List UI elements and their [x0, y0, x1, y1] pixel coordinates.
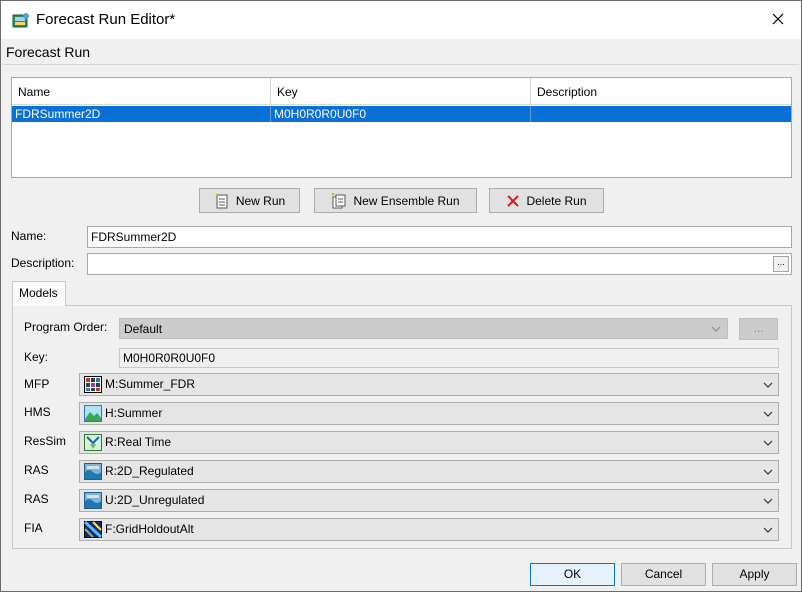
- model-label-fia: FIA: [24, 521, 43, 535]
- model-select-hms[interactable]: H:Summer: [79, 402, 779, 425]
- model-value-hms: H:Summer: [105, 406, 163, 420]
- title-bar: Forecast Run Editor*: [1, 1, 801, 39]
- cell-description: [531, 106, 791, 122]
- program-order-value: Default: [124, 322, 163, 336]
- section-title: Forecast Run: [6, 44, 91, 60]
- ras-river-icon: [84, 463, 102, 480]
- delete-run-button[interactable]: Delete Run: [489, 188, 604, 213]
- chevron-down-icon: [763, 527, 773, 533]
- model-value-ras-unregulated: U:2D_Unregulated: [105, 493, 205, 507]
- column-header-description[interactable]: Description: [531, 78, 791, 105]
- chevron-down-icon: [711, 326, 721, 332]
- description-input[interactable]: [87, 253, 792, 275]
- key-value-field: M0H0R0R0U0F0: [119, 348, 779, 368]
- forecast-run-table[interactable]: Name Key Description FDRSummer2D M0H0R0R…: [11, 77, 792, 178]
- model-value-fia: F:GridHoldoutAlt: [105, 522, 194, 536]
- model-label-ressim: ResSim: [24, 434, 67, 448]
- cancel-button[interactable]: Cancel: [621, 563, 706, 586]
- chevron-down-icon: [763, 411, 773, 417]
- new-run-label: New Run: [235, 193, 286, 208]
- forecast-run-editor-window: Forecast Run Editor* Forecast Run Name K…: [0, 0, 802, 592]
- model-label-ras-unregulated: RAS: [24, 492, 49, 506]
- model-select-mfp[interactable]: M:Summer_FDR: [79, 373, 779, 396]
- chevron-down-icon: [763, 382, 773, 388]
- new-ensemble-run-label: New Ensemble Run: [353, 193, 460, 208]
- models-panel: [12, 305, 792, 549]
- table-row[interactable]: FDRSummer2D M0H0R0R0U0F0: [12, 106, 791, 122]
- fia-map-icon: [84, 521, 102, 538]
- name-input[interactable]: FDRSummer2D: [87, 226, 792, 248]
- delete-run-label: Delete Run: [526, 193, 587, 208]
- model-label-ras-regulated: RAS: [24, 463, 49, 477]
- chevron-down-icon: [763, 469, 773, 475]
- apply-button[interactable]: Apply: [712, 563, 797, 586]
- window-title: Forecast Run Editor*: [36, 11, 176, 28]
- model-value-ras-regulated: R:2D_Regulated: [105, 464, 194, 478]
- table-header: Name Key Description: [12, 78, 791, 105]
- model-value-mfp: M:Summer_FDR: [105, 377, 196, 391]
- cell-name: FDRSummer2D: [12, 106, 271, 122]
- chevron-down-icon: [763, 440, 773, 446]
- hms-landscape-icon: [84, 405, 102, 422]
- new-run-button[interactable]: New Run: [199, 188, 300, 213]
- model-select-fia[interactable]: F:GridHoldoutAlt: [79, 518, 779, 541]
- model-label-mfp: MFP: [24, 377, 50, 391]
- ok-button[interactable]: OK: [530, 563, 615, 586]
- model-value-ressim: R:Real Time: [105, 435, 172, 449]
- key-label: Key:: [24, 350, 49, 364]
- model-select-ras-regulated[interactable]: R:2D_Regulated: [79, 460, 779, 483]
- column-header-key[interactable]: Key: [271, 78, 531, 105]
- column-header-name[interactable]: Name: [12, 78, 271, 105]
- close-icon: [772, 13, 784, 25]
- tab-models[interactable]: Models: [12, 281, 66, 306]
- chevron-down-icon: [763, 498, 773, 504]
- app-icon: [12, 13, 29, 28]
- divider: [3, 64, 799, 65]
- model-label-hms: HMS: [24, 405, 51, 419]
- new-ensemble-icon: [332, 192, 346, 208]
- program-order-label: Program Order:: [24, 320, 108, 334]
- new-ensemble-run-button[interactable]: New Ensemble Run: [314, 188, 477, 213]
- name-label: Name:: [11, 229, 47, 243]
- close-button[interactable]: [755, 1, 801, 37]
- cell-key: M0H0R0R0U0F0: [271, 106, 531, 122]
- new-document-icon: [215, 193, 228, 208]
- description-label: Description:: [11, 256, 75, 270]
- ressim-reservoir-icon: [84, 434, 102, 451]
- mfp-grid-icon: [84, 376, 102, 393]
- program-order-more-button: ...: [739, 318, 778, 340]
- program-order-select: Default: [119, 318, 728, 339]
- model-select-ras-unregulated[interactable]: U:2D_Unregulated: [79, 489, 779, 512]
- model-select-ressim[interactable]: R:Real Time: [79, 431, 779, 454]
- delete-x-icon: [507, 194, 520, 207]
- description-more-button[interactable]: ...: [773, 256, 789, 272]
- ras-river-icon: [84, 492, 102, 509]
